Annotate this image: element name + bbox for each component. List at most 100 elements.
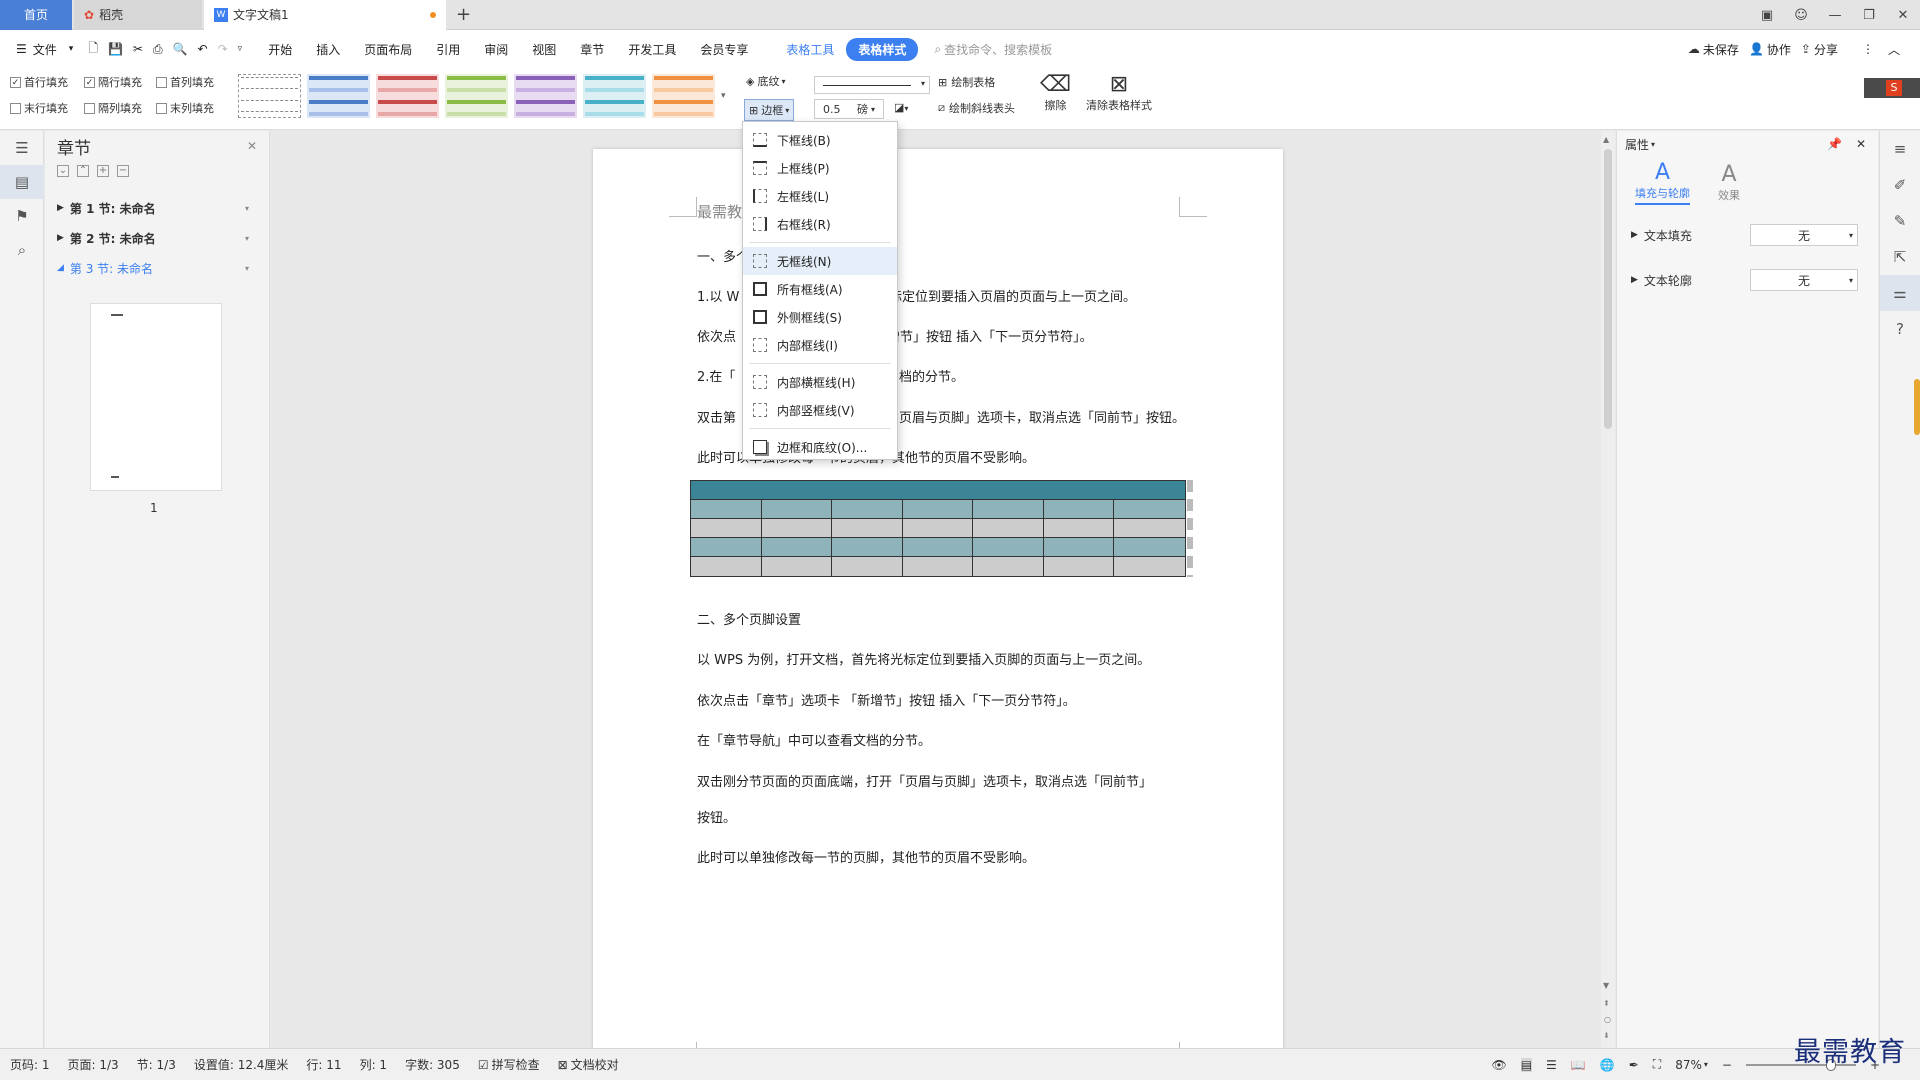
border-button[interactable]: ⊞ 边框 ▾	[744, 99, 795, 121]
line-style-select[interactable]: ▾	[814, 76, 930, 94]
new-tab-button[interactable]: +	[446, 0, 481, 30]
table-style-swatch[interactable]	[445, 74, 508, 118]
menu-bottom-border[interactable]: 下框线(B)	[743, 126, 897, 154]
table-cell[interactable]	[1043, 557, 1115, 576]
vertical-scrollbar[interactable]: ▲ ▼ ⇞ ○ ⇟	[1601, 131, 1615, 1048]
table-cell[interactable]	[902, 538, 974, 557]
styled-table[interactable]	[690, 480, 1186, 577]
table-cell[interactable]	[832, 557, 903, 576]
menu-table-style[interactable]: 表格样式	[846, 37, 919, 61]
shading-button[interactable]: ◈ 底纹 ▾	[746, 73, 785, 89]
table-cell[interactable]	[1114, 538, 1185, 557]
table-cell[interactable]	[832, 538, 903, 557]
menu-borders-shading[interactable]: 边框和底纹(O)...	[743, 433, 897, 461]
properties-icon[interactable]: ⚌	[1880, 275, 1920, 311]
menu-inside-horizontal[interactable]: 内部横框线(H)	[743, 368, 897, 396]
table-cell[interactable]	[1043, 519, 1115, 538]
menu-left-border[interactable]: 左框线(L)	[743, 182, 897, 210]
close-icon[interactable]: ✕	[1886, 8, 1920, 23]
panel-title[interactable]: 属性	[1625, 136, 1649, 153]
scroll-up-icon[interactable]: ▲	[1603, 135, 1609, 144]
menu-view[interactable]: 视图	[520, 41, 568, 58]
status-line[interactable]: 行: 11	[306, 1056, 341, 1073]
help-icon[interactable]: ?	[1880, 311, 1920, 347]
table-cell[interactable]	[1043, 538, 1115, 557]
menu-start[interactable]: 开始	[256, 41, 304, 58]
table-cell[interactable]	[1114, 557, 1185, 576]
prev-page-icon[interactable]: ⇞	[1603, 999, 1610, 1008]
table-cell[interactable]	[761, 519, 833, 538]
menu-no-border[interactable]: 无框线(N)	[743, 247, 897, 275]
draw-diagonal-button[interactable]: ⧄ 绘制斜线表头	[938, 100, 1015, 116]
fit-page-icon[interactable]: ⛶	[1653, 1057, 1661, 1072]
table-cell[interactable]	[973, 500, 1044, 519]
format-icon[interactable]: ✐	[1880, 167, 1920, 203]
menu-top-border[interactable]: 上框线(P)	[743, 154, 897, 182]
menu-insert[interactable]: 插入	[304, 41, 352, 58]
read-view-icon[interactable]: 📖	[1571, 1058, 1586, 1072]
tab-document[interactable]: W 文字文稿1	[204, 0, 446, 30]
eye-protect-icon[interactable]: 👁	[1491, 1058, 1506, 1072]
avatar[interactable]: ☺	[1784, 8, 1818, 23]
write-view-icon[interactable]: ✒	[1629, 1058, 1639, 1072]
restore-icon[interactable]: ❐	[1852, 8, 1886, 23]
gallery-more-icon[interactable]: ▾	[721, 91, 726, 101]
table-cell[interactable]	[902, 519, 974, 538]
hamburger-icon[interactable]: ☰	[0, 42, 31, 56]
right-scroll-thumb[interactable]	[1880, 377, 1920, 437]
text-fill-label[interactable]: 文本填充	[1644, 227, 1692, 244]
new-doc-icon[interactable]: 🗋	[83, 39, 103, 60]
table-style-swatch[interactable]	[238, 74, 301, 118]
table-cell[interactable]	[973, 481, 1044, 500]
bookmark-icon[interactable]: ⚑	[0, 199, 44, 233]
page-view-icon[interactable]: ▤	[1520, 1057, 1533, 1072]
proofread-button[interactable]: 文档校对	[571, 1056, 619, 1073]
tab-daoke[interactable]: ✿ 稻壳	[74, 0, 202, 30]
save-icon[interactable]: 💾	[103, 42, 128, 56]
status-pages[interactable]: 页面: 1/3	[68, 1056, 119, 1073]
find-icon[interactable]: ⌕	[0, 233, 44, 267]
table-cell[interactable]	[1043, 481, 1115, 500]
table-cell[interactable]	[1114, 500, 1185, 519]
undo-icon[interactable]: ↶	[193, 42, 213, 56]
more-icon[interactable]: ⋮	[1852, 42, 1884, 56]
nav-section-3[interactable]: ◢ 第 3 节: 未命名 ▾	[45, 253, 269, 283]
table-cell[interactable]	[761, 538, 833, 557]
collapse-ribbon-icon[interactable]: ︿	[1884, 41, 1904, 58]
select-icon[interactable]: ⇱	[1880, 239, 1920, 275]
remove-section-icon[interactable]: −	[117, 165, 129, 177]
menu-all-borders[interactable]: 所有框线(A)	[743, 275, 897, 303]
close-icon[interactable]: ✕	[1856, 137, 1866, 151]
table-style-swatch[interactable]	[514, 74, 577, 118]
tab-home[interactable]: 首页	[0, 0, 72, 30]
collapse-all-icon[interactable]: ⌃	[77, 165, 89, 177]
status-section[interactable]: 节: 1/3	[137, 1056, 176, 1073]
table-cell[interactable]	[973, 519, 1044, 538]
menu-inside-vertical[interactable]: 内部竖框线(V)	[743, 396, 897, 424]
tab-effects[interactable]: A 效果	[1718, 162, 1740, 203]
erase-button[interactable]: ⌫ 擦除	[1040, 72, 1071, 113]
table-cell[interactable]	[902, 481, 974, 500]
check-first-col[interactable]: 首列填充	[156, 74, 228, 90]
status-col[interactable]: 列: 1	[360, 1056, 388, 1073]
table-cell[interactable]	[1114, 519, 1185, 538]
table-row-handles[interactable]	[1187, 480, 1193, 577]
scroll-thumb[interactable]	[1604, 149, 1612, 429]
layout-icon[interactable]: ▣	[1750, 8, 1784, 23]
table-cell[interactable]	[832, 519, 903, 538]
menu-review[interactable]: 审阅	[472, 41, 520, 58]
menu-table-tools[interactable]: 表格工具	[774, 41, 846, 58]
document-page[interactable]: 最需教 一、多个 1.以 W 将光标定位到要插入页眉的页面与上一页之间。 依次点…	[593, 149, 1283, 1049]
clear-style-button[interactable]: ⊠ 清除表格样式	[1086, 72, 1152, 113]
menu-developer[interactable]: 开发工具	[616, 41, 688, 58]
table-cell[interactable]	[973, 557, 1044, 576]
web-view-icon[interactable]: 🌐	[1600, 1058, 1615, 1072]
next-page-icon[interactable]: ⇟	[1603, 1031, 1610, 1040]
line-width-select[interactable]: 0.5 磅 ▾	[814, 99, 884, 119]
scroll-down-icon[interactable]: ▼	[1603, 981, 1609, 990]
share-button[interactable]: 分享	[1814, 41, 1852, 58]
print-icon[interactable]: ⎙	[148, 42, 168, 57]
table-cell[interactable]	[761, 557, 833, 576]
menu-references[interactable]: 引用	[424, 41, 472, 58]
text-outline-label[interactable]: 文本轮廓	[1644, 272, 1692, 289]
